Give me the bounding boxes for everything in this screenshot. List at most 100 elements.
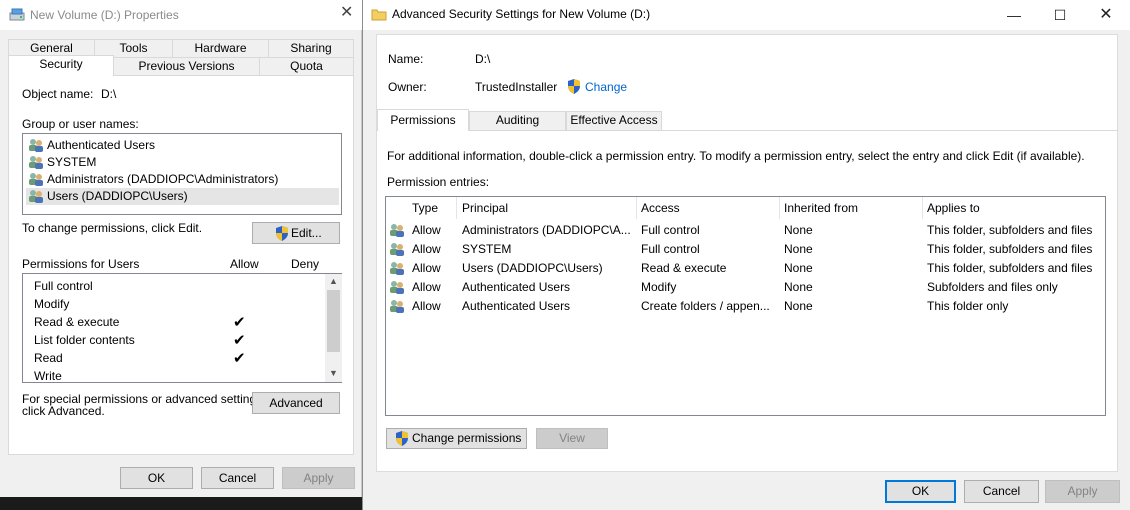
users-group-icon — [390, 281, 404, 294]
tab-previous-versions[interactable]: Previous Versions — [113, 57, 260, 75]
allow-checkmark: ✔ — [233, 350, 246, 367]
special-permissions-text-2: click Advanced. — [22, 404, 105, 418]
tab-sharing[interactable]: Sharing — [268, 39, 354, 57]
permission-name: List folder contents — [34, 333, 135, 347]
users-group-icon — [29, 156, 43, 169]
permissions-for-label: Permissions for Users — [22, 257, 140, 271]
table-row[interactable]: Allow Authenticated Users Modify None Subfol… — [386, 278, 1105, 297]
uac-shield-icon — [396, 431, 408, 446]
close-icon[interactable]: ✕ — [1083, 0, 1129, 30]
column-header-principal[interactable]: Principal — [458, 197, 637, 219]
minimize-icon[interactable]: — — [991, 0, 1037, 30]
table-cell: Read & execute — [641, 261, 727, 275]
permission-entries-table[interactable]: Type Principal Access Inherited from App… — [385, 196, 1106, 416]
users-group-icon — [29, 173, 43, 186]
properties-titlebar: New Volume (D:) Properties ✕ — [0, 0, 362, 30]
table-row[interactable]: Allow Users (DADDIOPC\Users) Read & execut… — [386, 259, 1105, 278]
permission-entries-label: Permission entries: — [387, 175, 490, 189]
ok-button[interactable]: OK — [885, 480, 956, 503]
edit-button[interactable]: Edit... — [252, 222, 340, 244]
table-cell: Full control — [641, 242, 700, 256]
apply-button[interactable]: Apply — [1045, 480, 1120, 503]
table-cell: This folder, subfolders and files — [927, 223, 1093, 237]
advanced-title: Advanced Security Settings for New Volum… — [392, 7, 651, 21]
table-cell: SYSTEM — [462, 242, 512, 256]
group-list[interactable]: Authenticated Users SYSTEM Administrator… — [22, 133, 342, 215]
users-group-icon — [29, 190, 43, 203]
ok-button[interactable]: OK — [120, 467, 193, 489]
scroll-down-icon[interactable]: ▼ — [329, 368, 338, 378]
users-group-icon — [390, 300, 404, 313]
column-header-inherited-from[interactable]: Inherited from — [780, 197, 923, 219]
name-label: Name: — [388, 52, 424, 66]
cancel-button[interactable]: Cancel — [201, 467, 274, 489]
scroll-thumb[interactable] — [327, 290, 340, 352]
list-item[interactable]: Users (DADDIOPC\Users) — [26, 188, 339, 205]
info-text: For additional information, double-click… — [387, 149, 1085, 163]
list-item[interactable]: Authenticated Users — [26, 137, 339, 154]
column-header-applies-to[interactable]: Applies to — [923, 197, 1105, 219]
table-cell: None — [784, 261, 813, 275]
users-group-icon — [390, 262, 404, 275]
table-row[interactable]: Allow Authenticated Users Create folders /… — [386, 297, 1105, 316]
tab-auditing[interactable]: Auditing — [469, 111, 566, 130]
tab-quota[interactable]: Quota — [259, 57, 354, 75]
table-cell: Allow — [412, 242, 441, 256]
drive-icon — [9, 8, 25, 21]
maximize-icon[interactable]: ☐ — [1037, 0, 1083, 30]
groups-label: Group or user names: — [22, 117, 139, 131]
owner-value: TrustedInstaller — [475, 80, 558, 94]
change-owner-link[interactable]: Change — [585, 79, 627, 95]
object-name-value: D:\ — [101, 87, 117, 101]
object-name-label: Object name: — [22, 87, 94, 101]
table-cell: Authenticated Users — [462, 280, 571, 294]
table-cell: Full control — [641, 223, 700, 237]
change-permissions-hint: To change permissions, click Edit. — [22, 221, 203, 235]
list-item[interactable]: SYSTEM — [26, 154, 339, 171]
apply-button[interactable]: Apply — [282, 467, 355, 489]
folder-icon — [371, 9, 387, 21]
permission-name: Modify — [34, 297, 70, 311]
allow-checkmark: ✔ — [233, 314, 246, 331]
table-cell: Allow — [412, 299, 441, 313]
list-item[interactable]: Administrators (DADDIOPC\Administrators) — [26, 171, 339, 188]
advanced-button[interactable]: Advanced — [252, 392, 340, 414]
allow-checkmark: ✔ — [233, 332, 246, 349]
uac-shield-icon — [276, 226, 288, 241]
view-button[interactable]: View — [536, 428, 608, 449]
tab-divider — [377, 130, 1117, 131]
permission-name: Read — [34, 351, 63, 365]
permissions-scrollbar[interactable]: ▲ ▼ — [325, 274, 342, 382]
close-icon[interactable]: ✕ — [340, 5, 353, 21]
cancel-button[interactable]: Cancel — [964, 480, 1039, 503]
table-cell: Modify — [641, 280, 677, 294]
table-cell: This folder only — [927, 299, 1009, 313]
tab-effective-access[interactable]: Effective Access — [566, 111, 662, 130]
advanced-content: Name: D:\ Owner: TrustedInstaller Change… — [376, 34, 1118, 472]
users-group-icon — [29, 139, 43, 152]
uac-shield-icon — [568, 79, 580, 94]
table-cell: None — [784, 242, 813, 256]
permission-name: Read & execute — [34, 315, 120, 329]
table-cell: Subfolders and files only — [927, 280, 1058, 294]
table-row[interactable]: Allow SYSTEM Full control None This folder, … — [386, 240, 1105, 259]
tab-security[interactable]: Security — [8, 55, 114, 76]
properties-dialog: New Volume (D:) Properties ✕ General Too… — [0, 0, 362, 497]
column-header-access[interactable]: Access — [637, 197, 780, 219]
table-cell: Users (DADDIOPC\Users) — [462, 261, 603, 275]
tab-permissions[interactable]: Permissions — [377, 109, 469, 131]
tab-hardware[interactable]: Hardware — [172, 39, 269, 57]
owner-label: Owner: — [388, 80, 427, 94]
table-cell: This folder, subfolders and files — [927, 242, 1093, 256]
table-cell: Allow — [412, 261, 441, 275]
users-group-icon — [390, 243, 404, 256]
table-row[interactable]: Allow Administrators (DADDIOPC\A... Full c… — [386, 221, 1105, 240]
table-cell: None — [784, 280, 813, 294]
advanced-security-dialog: Advanced Security Settings for New Volum… — [362, 0, 1130, 510]
column-header-type[interactable]: Type — [408, 197, 457, 219]
permission-name: Full control — [34, 279, 93, 293]
permissions-list: Full control Modify Read & execute ✔ Lis… — [22, 273, 342, 383]
change-permissions-button[interactable]: Change permissions — [386, 428, 527, 449]
scroll-up-icon[interactable]: ▲ — [329, 276, 338, 286]
table-cell: Create folders / appen... — [641, 299, 770, 313]
